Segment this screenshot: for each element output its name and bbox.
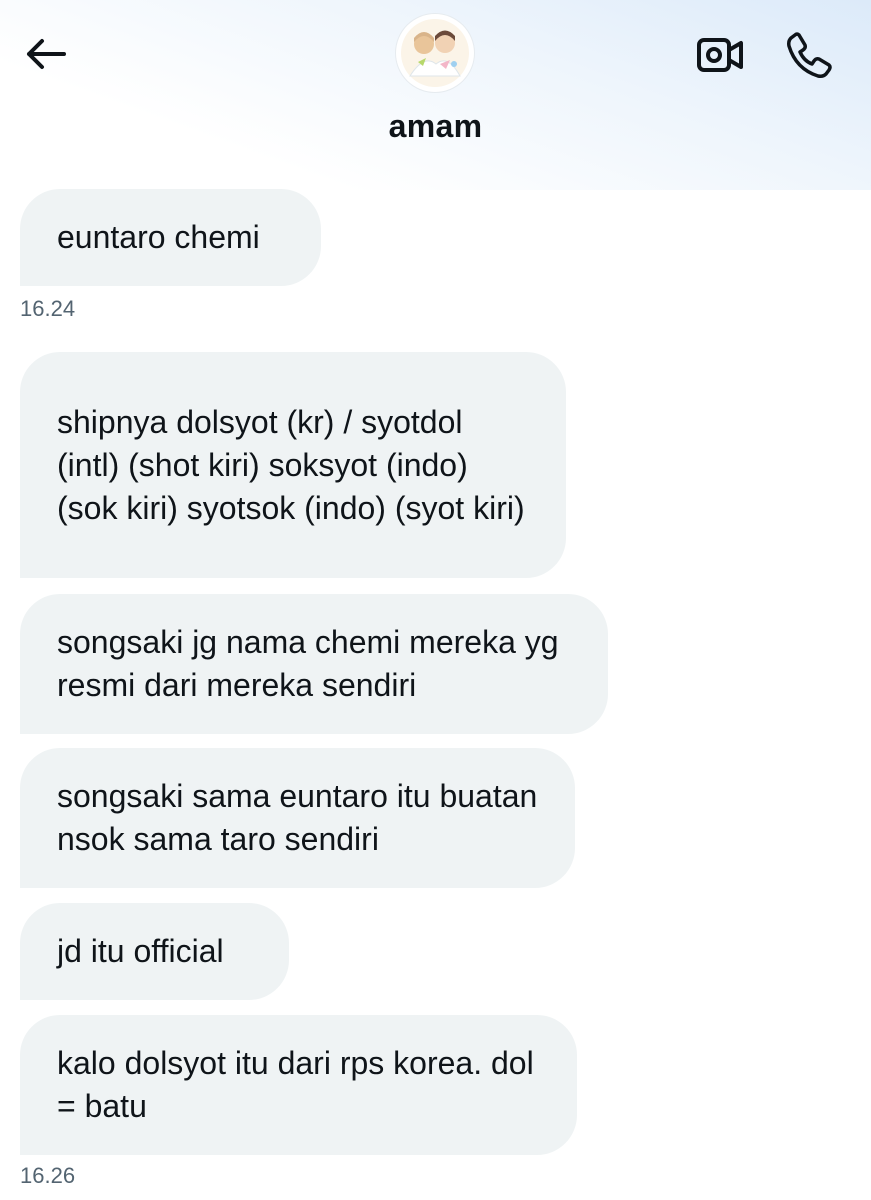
message-bubble[interactable]: jd itu official (20, 903, 289, 1000)
avatar[interactable] (396, 14, 474, 92)
video-call-button[interactable] (694, 32, 746, 78)
message-text: kalo dolsyot itu dari rps korea. dol = b… (57, 1045, 534, 1124)
message-bubble[interactable]: shipnya dolsyot (kr) / syotdol (intl) (s… (20, 352, 566, 578)
message-bubble[interactable]: kalo dolsyot itu dari rps korea. dol = b… (20, 1015, 577, 1155)
avatar-image (401, 19, 469, 87)
audio-call-button[interactable] (782, 28, 836, 82)
message-text: songsaki jg nama chemi mereka yg resmi d… (57, 624, 559, 703)
message-bubble[interactable]: songsaki jg nama chemi mereka yg resmi d… (20, 594, 608, 734)
message-timestamp: 16.24 (20, 296, 76, 321)
video-camera-icon (697, 38, 743, 72)
back-button[interactable] (22, 34, 68, 74)
message-text: euntaro chemi (57, 219, 260, 255)
arrow-left-icon (27, 39, 66, 69)
phone-icon (787, 32, 832, 78)
message-text: shipnya dolsyot (kr) / syotdol (intl) (s… (57, 403, 525, 526)
message-bubble[interactable]: euntaro chemi (20, 189, 321, 286)
message-text: jd itu official (57, 933, 224, 969)
conversation-header: amam (0, 0, 871, 170)
message-text: songsaki sama euntaro itu buatan nsok sa… (57, 778, 538, 857)
message-bubble[interactable]: songsaki sama euntaro itu buatan nsok sa… (20, 748, 575, 888)
message-timestamp: 16.26 (20, 1163, 76, 1188)
contact-name[interactable]: amam (0, 108, 871, 145)
